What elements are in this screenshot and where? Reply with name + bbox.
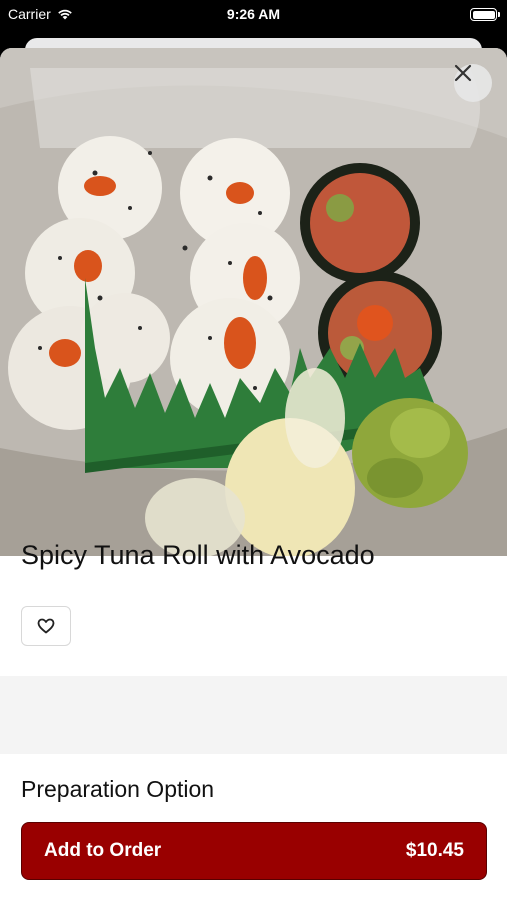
- item-photo: [0, 48, 507, 556]
- favorite-button[interactable]: [21, 606, 71, 646]
- add-to-order-label: Add to Order: [44, 840, 162, 861]
- status-time: 9:26 AM: [226, 6, 281, 22]
- close-button[interactable]: [454, 64, 492, 102]
- battery-icon: [470, 8, 500, 21]
- status-bar: Carrier 9:26 AM: [0, 0, 507, 30]
- order-price: $10.45: [405, 840, 464, 861]
- close-icon: [454, 64, 472, 82]
- add-to-order-button[interactable]: Add to Order $10.45: [21, 822, 487, 880]
- sushi-illustration: [0, 48, 507, 556]
- item-title: Spicy Tuna Roll with Avocado: [21, 540, 375, 570]
- preparation-option-title: Preparation Option: [21, 776, 215, 802]
- heart-icon: [37, 618, 55, 634]
